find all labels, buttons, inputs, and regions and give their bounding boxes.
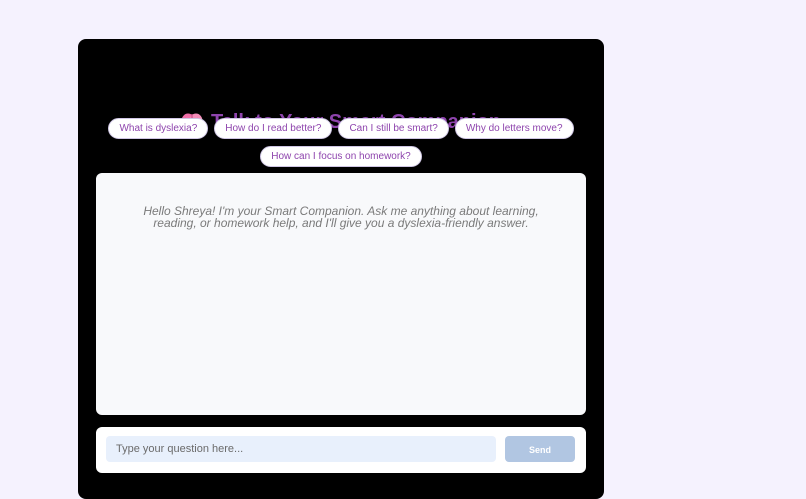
suggestion-chips: What is dyslexia? How do I read better? … bbox=[96, 118, 586, 167]
suggestion-chip-read-better[interactable]: How do I read better? bbox=[214, 118, 333, 139]
message-composer: Send bbox=[96, 427, 586, 473]
send-button[interactable]: Send bbox=[505, 436, 575, 462]
suggestion-chip-letters-move[interactable]: Why do letters move? bbox=[454, 118, 574, 139]
suggestion-chip-still-smart[interactable]: Can I still be smart? bbox=[338, 118, 449, 139]
question-input[interactable] bbox=[106, 436, 496, 462]
suggestion-chip-what-is-dyslexia[interactable]: What is dyslexia? bbox=[108, 118, 209, 139]
greeting-message: Hello Shreya! I'm your Smart Companion. … bbox=[143, 204, 539, 230]
suggestion-chip-focus-homework[interactable]: How can I focus on homework? bbox=[260, 146, 422, 167]
chat-area[interactable]: Hello Shreya! I'm your Smart Companion. … bbox=[96, 173, 586, 415]
companion-panel: Talk to Your Smart Companion What is dys… bbox=[78, 39, 604, 499]
